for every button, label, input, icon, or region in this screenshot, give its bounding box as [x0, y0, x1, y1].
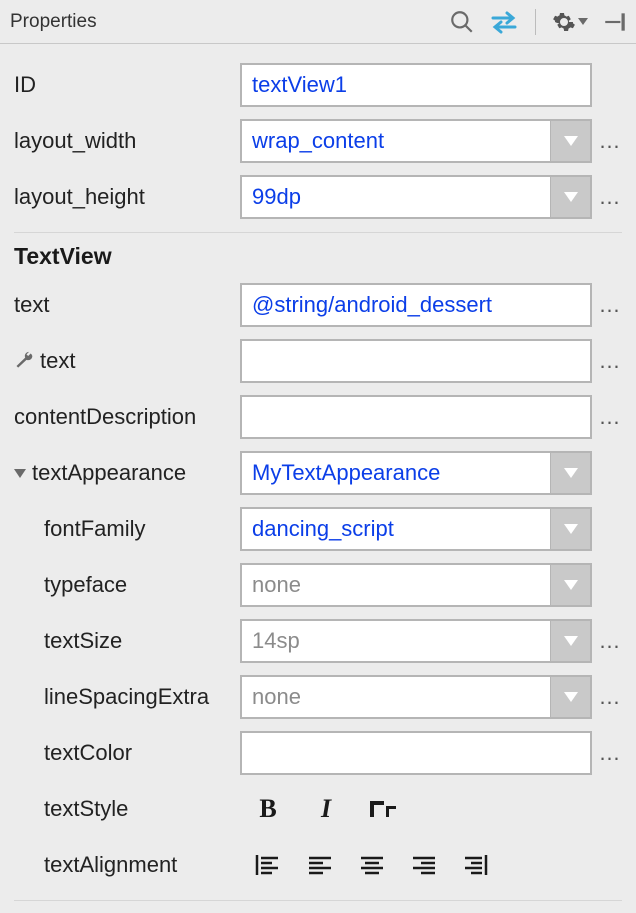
- section-divider-bottom: [14, 900, 622, 901]
- label-tools-text: text: [14, 348, 240, 374]
- expand-icon[interactable]: [14, 469, 26, 478]
- chevron-down-icon: [550, 121, 590, 161]
- label-id: ID: [14, 72, 240, 98]
- row-typeface: typeface none: [14, 558, 622, 612]
- input-content-description[interactable]: [240, 395, 592, 439]
- label-font-family: fontFamily: [14, 516, 240, 542]
- more-tools-text[interactable]: …: [598, 348, 622, 374]
- input-text-color[interactable]: [240, 731, 592, 775]
- select-font-family[interactable]: dancing_script: [240, 507, 592, 551]
- row-font-family: fontFamily dancing_script: [14, 502, 622, 556]
- select-text-appearance[interactable]: MyTextAppearance: [240, 451, 592, 495]
- text-style-toggles: B I: [240, 791, 402, 827]
- row-text-color: textColor …: [14, 726, 622, 780]
- textcase-toggle[interactable]: [366, 791, 402, 827]
- align-right-toggle[interactable]: [406, 847, 442, 883]
- row-layout-height: layout_height 99dp …: [14, 170, 622, 224]
- search-icon[interactable]: [449, 9, 475, 35]
- more-text-size[interactable]: …: [598, 628, 622, 654]
- label-text-size: textSize: [14, 628, 240, 654]
- toolbar-divider: [535, 9, 536, 35]
- label-text-appearance: textAppearance: [14, 460, 240, 486]
- row-line-spacing: lineSpacingExtra none …: [14, 670, 622, 724]
- swap-icon[interactable]: [489, 9, 519, 35]
- label-layout-height: layout_height: [14, 184, 240, 210]
- panel-header: Properties: [0, 0, 636, 44]
- row-text-style: textStyle B I: [14, 782, 622, 836]
- more-text-color[interactable]: …: [598, 740, 622, 766]
- label-text-style: textStyle: [14, 796, 240, 822]
- label-text-alignment: textAlignment: [14, 852, 240, 878]
- align-viewstart-toggle[interactable]: [250, 847, 286, 883]
- row-text: text @string/android_dessert …: [14, 278, 622, 332]
- select-layout-height[interactable]: 99dp: [240, 175, 592, 219]
- label-line-spacing: lineSpacingExtra: [14, 684, 240, 710]
- more-layout-width[interactable]: …: [598, 128, 622, 154]
- select-text-size-value: 14sp: [252, 628, 550, 654]
- label-content-description: contentDescription: [14, 404, 240, 430]
- chevron-down-icon: [550, 177, 590, 217]
- row-text-alignment: textAlignment: [14, 838, 622, 892]
- input-id[interactable]: textView1: [240, 63, 592, 107]
- label-text-color: textColor: [14, 740, 240, 766]
- header-toolbar: [449, 9, 628, 35]
- label-text-appearance-text: textAppearance: [32, 460, 186, 486]
- input-tools-text[interactable]: [240, 339, 592, 383]
- select-line-spacing-value: none: [252, 684, 550, 710]
- input-text[interactable]: @string/android_dessert: [240, 283, 592, 327]
- select-typeface[interactable]: none: [240, 563, 592, 607]
- select-layout-width[interactable]: wrap_content: [240, 119, 592, 163]
- select-font-family-value: dancing_script: [252, 516, 550, 542]
- label-tools-text-text: text: [40, 348, 75, 374]
- label-typeface: typeface: [14, 572, 240, 598]
- chevron-down-icon: [550, 677, 590, 717]
- section-divider: [14, 232, 622, 233]
- select-line-spacing[interactable]: none: [240, 675, 592, 719]
- text-alignment-toggles: [240, 847, 494, 883]
- select-typeface-value: none: [252, 572, 550, 598]
- more-content-description[interactable]: …: [598, 404, 622, 430]
- chevron-down-icon: [550, 565, 590, 605]
- select-text-appearance-value: MyTextAppearance: [252, 460, 550, 486]
- section-title-textview: TextView: [14, 243, 622, 270]
- row-text-appearance: textAppearance MyTextAppearance: [14, 446, 622, 500]
- minimize-icon[interactable]: [602, 9, 628, 35]
- bold-toggle[interactable]: B: [250, 791, 286, 827]
- label-text: text: [14, 292, 240, 318]
- align-left-toggle[interactable]: [302, 847, 338, 883]
- gear-icon[interactable]: [552, 10, 588, 34]
- label-layout-width: layout_width: [14, 128, 240, 154]
- align-center-toggle[interactable]: [354, 847, 390, 883]
- row-id: ID textView1: [14, 58, 622, 112]
- align-viewend-toggle[interactable]: [458, 847, 494, 883]
- row-tools-text: text …: [14, 334, 622, 388]
- more-layout-height[interactable]: …: [598, 184, 622, 210]
- chevron-down-icon: [550, 453, 590, 493]
- chevron-down-icon: [550, 621, 590, 661]
- select-layout-width-value: wrap_content: [252, 128, 550, 154]
- wrench-icon: [14, 351, 34, 371]
- select-layout-height-value: 99dp: [252, 184, 550, 210]
- select-text-size[interactable]: 14sp: [240, 619, 592, 663]
- italic-toggle[interactable]: I: [308, 791, 344, 827]
- row-content-description: contentDescription …: [14, 390, 622, 444]
- more-text[interactable]: …: [598, 292, 622, 318]
- row-text-size: textSize 14sp …: [14, 614, 622, 668]
- properties-content: ID textView1 layout_width wrap_content ……: [0, 44, 636, 901]
- panel-title: Properties: [10, 11, 449, 33]
- more-line-spacing[interactable]: …: [598, 684, 622, 710]
- row-layout-width: layout_width wrap_content …: [14, 114, 622, 168]
- chevron-down-icon: [550, 509, 590, 549]
